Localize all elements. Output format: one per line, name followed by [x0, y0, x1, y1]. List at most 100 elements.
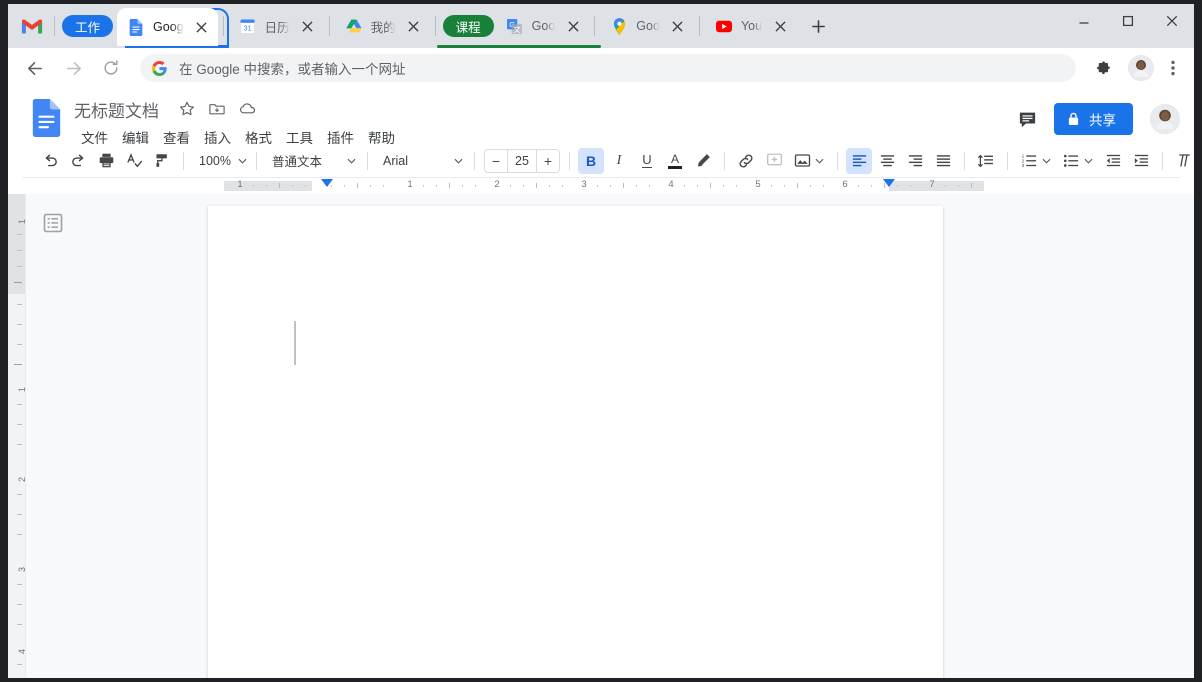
vruler-tick — [17, 250, 22, 251]
tab-close-button[interactable] — [298, 16, 318, 36]
chevron-down-icon — [454, 158, 463, 164]
ruler-tick — [871, 185, 872, 187]
text-color-button[interactable]: A — [662, 148, 688, 174]
font-size-increase-button[interactable]: + — [537, 150, 559, 172]
ruler-tick — [710, 183, 711, 188]
cloud-saved-icon[interactable] — [235, 97, 259, 121]
vruler-tick — [17, 624, 22, 625]
window-controls — [1062, 4, 1194, 48]
paint-format-icon[interactable] — [149, 148, 175, 174]
decrease-indent-icon[interactable] — [1100, 148, 1126, 174]
ruler-tick — [510, 185, 511, 187]
comment-history-icon[interactable] — [1010, 102, 1044, 136]
ruler-tick — [597, 185, 598, 187]
chevron-down-icon — [1084, 158, 1093, 164]
tab-close-button[interactable] — [563, 16, 583, 36]
tab-close-button[interactable] — [668, 16, 688, 36]
browser-navigation-bar: 在 Google 中搜索，或者输入一个网址 — [8, 48, 1194, 88]
text-cursor — [294, 321, 296, 365]
spellcheck-icon[interactable] — [121, 148, 147, 174]
ruler-tick — [253, 185, 254, 187]
print-icon[interactable] — [93, 148, 119, 174]
line-spacing-icon[interactable] — [973, 148, 999, 174]
zoom-selector[interactable]: 100% — [191, 148, 249, 174]
horizontal-ruler[interactable]: 1 1 2 — [22, 178, 1180, 194]
docs-app-logo-icon[interactable] — [28, 96, 64, 140]
document-outline-icon[interactable] — [40, 210, 66, 236]
font-family-value: Arial — [383, 154, 447, 168]
vruler-tick — [17, 494, 22, 495]
tab-group-courses[interactable]: 课程 — [443, 15, 494, 37]
font-size-stepper[interactable]: − 25 + — [484, 149, 560, 173]
ruler-tick — [562, 185, 563, 187]
reload-icon[interactable] — [96, 53, 126, 83]
document-title[interactable]: 无标题文档 — [74, 97, 159, 122]
minimize-button[interactable] — [1062, 4, 1106, 38]
account-avatar[interactable] — [1150, 104, 1180, 134]
tab-google-calendar[interactable]: 31 日历 — [229, 8, 324, 44]
ruler-tick — [636, 185, 637, 187]
document-page[interactable] — [208, 206, 943, 678]
right-indent-marker[interactable] — [883, 179, 895, 187]
bulleted-list-icon[interactable] — [1058, 148, 1098, 174]
tab-close-button[interactable] — [192, 17, 212, 37]
move-to-folder-icon[interactable] — [205, 97, 229, 121]
ruler-tick — [945, 185, 946, 187]
align-justify-icon[interactable] — [930, 148, 956, 174]
link-icon[interactable] — [733, 148, 759, 174]
puzzle-icon[interactable] — [1088, 53, 1118, 83]
forward-arrow-icon[interactable] — [58, 53, 88, 83]
vruler-number: 1 — [17, 387, 27, 392]
ruler-tick — [723, 185, 724, 187]
font-family-selector[interactable]: Arial — [375, 148, 467, 174]
ruler-tick — [823, 185, 824, 187]
font-size-input[interactable]: 25 — [507, 150, 537, 172]
title-row: 无标题文档 — [74, 97, 402, 121]
share-button[interactable]: 共享 — [1054, 103, 1133, 135]
clear-formatting-icon[interactable] — [1171, 148, 1194, 174]
italic-button[interactable]: I — [606, 148, 632, 174]
address-bar-placeholder: 在 Google 中搜索，或者输入一个网址 — [179, 58, 406, 78]
left-indent-marker[interactable] — [321, 179, 333, 187]
tab-google-maps[interactable]: Goo — [600, 8, 694, 44]
address-bar[interactable]: 在 Google 中搜索，或者输入一个网址 — [140, 54, 1076, 82]
vruler-number: 4 — [17, 649, 27, 654]
star-icon[interactable] — [175, 97, 199, 121]
back-arrow-icon[interactable] — [20, 53, 50, 83]
highlighter-icon[interactable] — [690, 148, 716, 174]
redo-icon[interactable] — [65, 148, 91, 174]
vertical-ruler[interactable]: 1 1 2 3 4 — [8, 194, 26, 678]
close-button[interactable] — [1150, 4, 1194, 38]
tab-google-drive[interactable]: 我的 — [335, 8, 430, 44]
tab-google-docs[interactable]: Goog — [117, 8, 218, 46]
maximize-button[interactable] — [1106, 4, 1150, 38]
vruler-tick — [17, 534, 22, 535]
font-size-decrease-button[interactable]: − — [485, 150, 507, 172]
paragraph-style-selector[interactable]: 普通文本 — [264, 148, 360, 174]
profile-avatar[interactable] — [1128, 55, 1154, 81]
tab-youtube[interactable]: You — [705, 8, 796, 44]
underline-button[interactable]: U — [634, 148, 660, 174]
gmail-shortcut-button[interactable] — [14, 8, 50, 44]
vruler-tick — [17, 324, 22, 325]
image-icon[interactable] — [789, 148, 829, 174]
align-center-icon[interactable] — [874, 148, 900, 174]
align-left-icon[interactable] — [846, 148, 872, 174]
tab-google-translate[interactable]: G 文 Goo — [496, 8, 590, 44]
bold-button[interactable]: B — [578, 148, 604, 174]
increase-indent-icon[interactable] — [1128, 148, 1154, 174]
tab-label: Goo — [532, 19, 556, 33]
undo-icon[interactable] — [37, 148, 63, 174]
add-comment-icon[interactable] — [761, 148, 787, 174]
document-canvas: 1 1 2 3 4 — [8, 194, 1194, 678]
tab-separator — [54, 16, 55, 36]
new-tab-button[interactable] — [804, 12, 832, 40]
formatting-toolbar: 100% 普通文本 Arial − — [22, 144, 1180, 178]
numbered-list-icon[interactable]: 1 2 3 — [1016, 148, 1056, 174]
align-right-icon[interactable] — [902, 148, 928, 174]
three-dot-menu-icon[interactable] — [1160, 53, 1186, 83]
tab-group-work[interactable]: 工作 — [62, 15, 113, 37]
tab-close-button[interactable] — [404, 16, 424, 36]
tab-close-button[interactable] — [770, 16, 790, 36]
underline-label: U — [642, 153, 651, 168]
